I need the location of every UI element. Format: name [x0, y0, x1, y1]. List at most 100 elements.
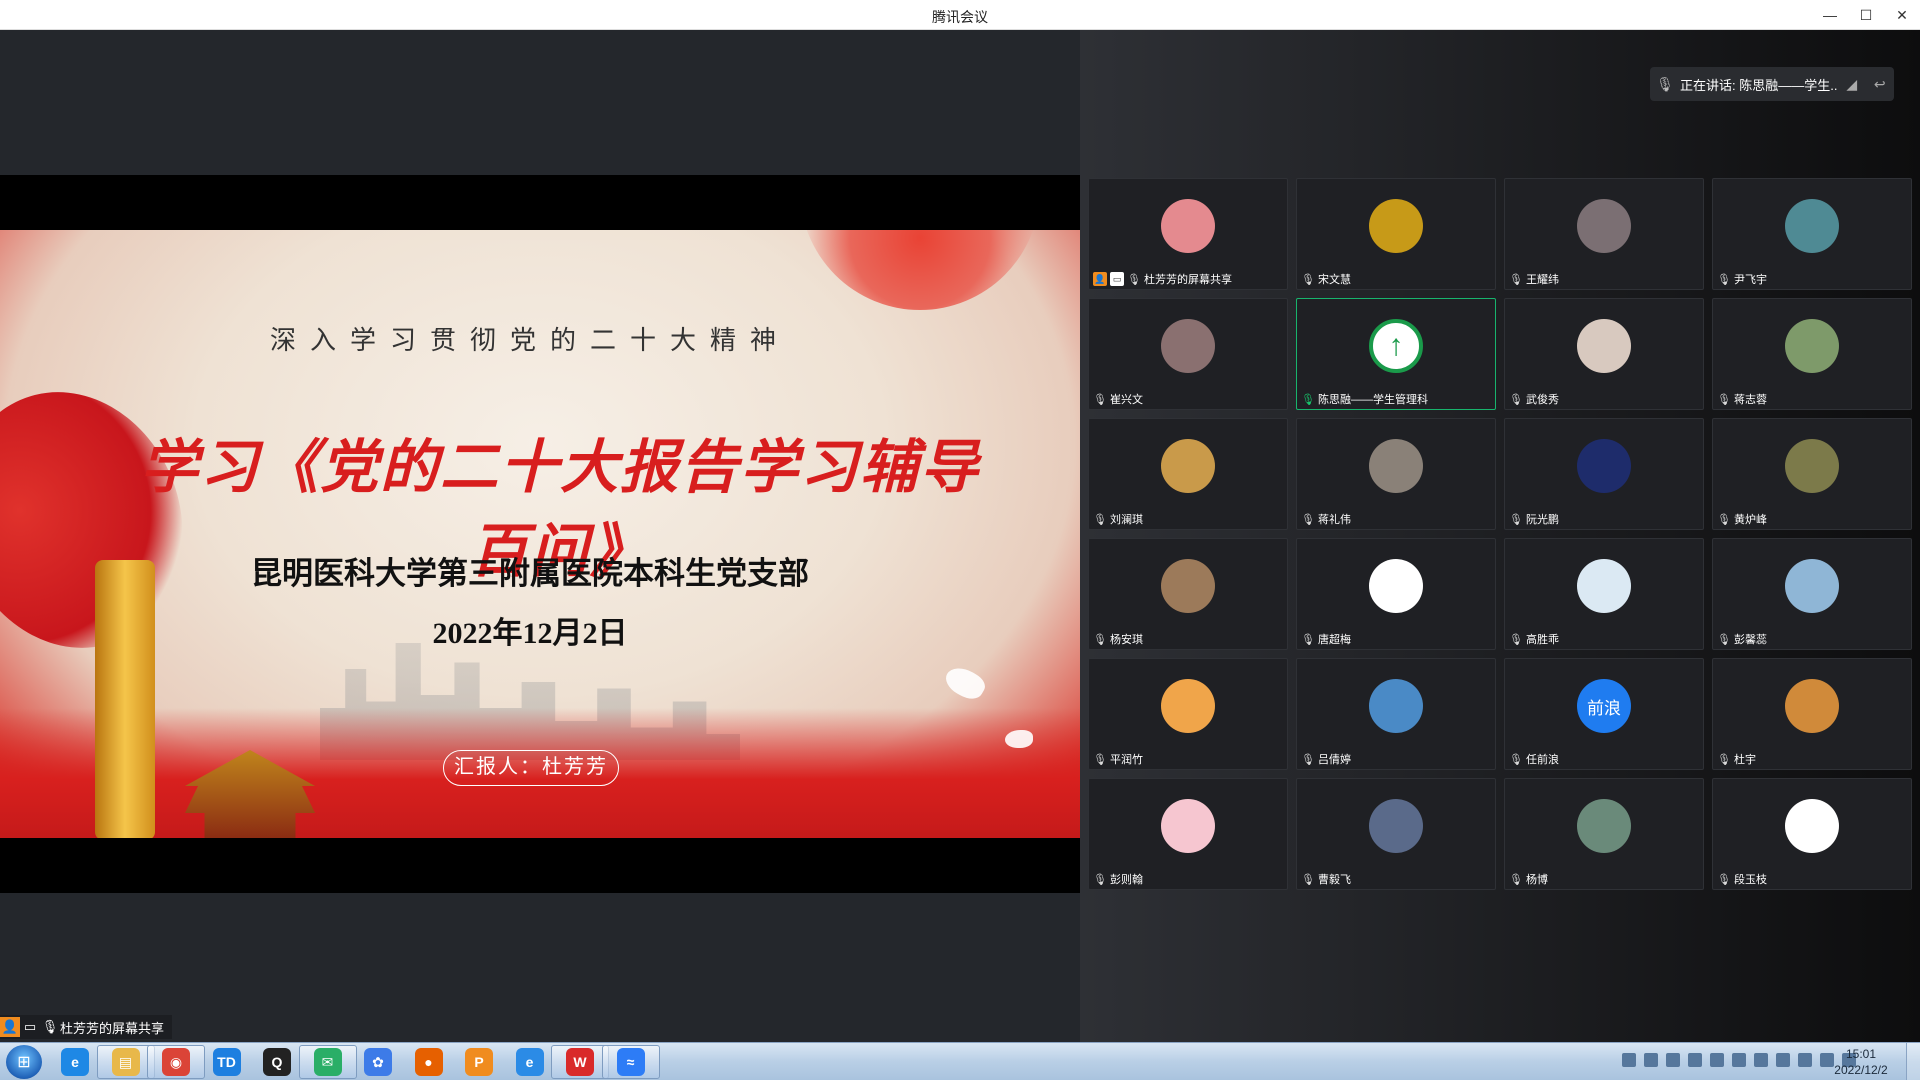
participant-name-row: 👤 ▭ 🎙 杜芳芳的屏幕共享	[1093, 271, 1232, 287]
participant-tile[interactable]: 🎙 宋文慧	[1296, 178, 1496, 290]
mic-muted-icon: 🎙	[1717, 753, 1731, 766]
participant-tile[interactable]: 👤 ▭ 🎙 杜芳芳的屏幕共享	[1088, 178, 1288, 290]
close-icon[interactable]: ✕	[1884, 0, 1920, 30]
participant-tile[interactable]: 🎙 段玉枝	[1712, 778, 1912, 890]
participant-tile[interactable]: 🎙 刘澜琪	[1088, 418, 1288, 530]
participant-tile[interactable]: 🎙 杜宇	[1712, 658, 1912, 770]
collapse-icon[interactable]: ↩	[1874, 76, 1886, 93]
participant-name: 平润竹	[1109, 754, 1143, 766]
security-icon[interactable]	[1688, 1053, 1702, 1067]
participant-name-row: 🎙 杜宇	[1717, 751, 1756, 767]
taskbar: ⊞ e ▤ ◉ TD Q ✉ ✿ ● Pe W ≈ 15:01 2022/12/2	[0, 1042, 1920, 1080]
avatar	[1785, 799, 1839, 853]
taskbar-app[interactable]: ●	[400, 1045, 458, 1079]
wechat-icon: ✉	[313, 1048, 342, 1076]
avatar	[1785, 319, 1839, 373]
minimize-icon[interactable]: —	[1812, 0, 1848, 30]
participant-name-row: 🎙 平润竹	[1093, 751, 1143, 767]
title-bar: 腾讯会议 — ☐ ✕	[0, 0, 1920, 30]
participant-name: 阮光鹏	[1525, 514, 1559, 526]
taskbar-app[interactable]: W	[551, 1045, 609, 1079]
participant-name-row: 🎙 宋文慧	[1301, 271, 1351, 287]
participant-tile[interactable]: 🎙 王耀纬	[1504, 178, 1704, 290]
avatar	[1161, 439, 1215, 493]
participant-tile[interactable]: 🎙 武俊秀	[1504, 298, 1704, 410]
clock-date: 2022/12/2	[1834, 1063, 1888, 1077]
participant-name: 唐超梅	[1317, 634, 1351, 646]
participant-name-row: 🎙 阮光鹏	[1509, 511, 1559, 527]
mic-muted-icon: 🎙	[41, 1019, 59, 1034]
printer-icon[interactable]	[1710, 1053, 1724, 1067]
participant-name-row: 🎙 彭则翰	[1093, 871, 1143, 887]
participant-name: 王耀纬	[1525, 274, 1559, 286]
volume-icon[interactable]: ◢	[1846, 76, 1857, 93]
participant-tile[interactable]: 🎙 蒋志蓉	[1712, 298, 1912, 410]
avatar	[1161, 559, 1215, 613]
start-button[interactable]: ⊞	[6, 1045, 42, 1079]
mic-active-icon: 🎙	[1301, 393, 1315, 406]
speaking-indicator[interactable]: 🎙 正在讲话: 陈思融——学生... ◢ ↩	[1650, 67, 1894, 101]
participant-tile[interactable]: 🎙 吕倩婷	[1296, 658, 1496, 770]
taskbar-app[interactable]: Q	[248, 1045, 306, 1079]
participant-tile[interactable]: 🎙 平润竹	[1088, 658, 1288, 770]
chrome-icon: ◉	[162, 1048, 190, 1076]
participant-name-row: 🎙 任前浪	[1509, 751, 1559, 767]
participant-name: 杨安琪	[1109, 634, 1143, 646]
participant-tile[interactable]: 🎙 彭则翰	[1088, 778, 1288, 890]
emblem-decoration	[800, 230, 1040, 310]
slide-date: 2022年12月2日	[432, 617, 628, 650]
onedrive-icon[interactable]	[1776, 1053, 1790, 1067]
slide-content: 深入学习贯彻党的二十大精神 学习《党的二十大报告学习辅导百问》 昆明医科大学第三…	[0, 230, 1080, 838]
participant-name-row: 🎙 彭馨蕊	[1717, 631, 1767, 647]
avatar: ↑	[1369, 319, 1423, 373]
pdf-icon: P	[465, 1048, 493, 1076]
taskbar-app[interactable]: ✉	[298, 1045, 357, 1079]
taskbar-app[interactable]: ≈	[601, 1045, 660, 1079]
participant-tile[interactable]: 🎙 高胜乖	[1504, 538, 1704, 650]
show-desktop-button[interactable]	[1906, 1043, 1920, 1080]
taskbar-app[interactable]: ◉	[147, 1045, 205, 1079]
mic-muted-icon: 🎙	[1301, 273, 1315, 286]
taskbar-app[interactable]: e	[501, 1045, 559, 1079]
participant-name-row: 🎙 杨博	[1509, 871, 1548, 887]
participant-name: 刘澜琪	[1109, 514, 1143, 526]
taskbar-app[interactable]: e	[46, 1045, 104, 1079]
participant-tile[interactable]: 🎙 蒋礼伟	[1296, 418, 1496, 530]
participant-tile[interactable]: ↑ 🎙 陈思融——学生管理科	[1296, 298, 1496, 410]
participant-tile[interactable]: 🎙 杨安琪	[1088, 538, 1288, 650]
screen-share-icon: ▭	[23, 1019, 37, 1034]
shield-icon[interactable]	[1732, 1053, 1746, 1067]
participant-name: 陈思融——学生管理科	[1317, 394, 1428, 406]
participant-tile[interactable]: 🎙 曹毅飞	[1296, 778, 1496, 890]
taskbar-app[interactable]: P	[450, 1045, 508, 1079]
taskbar-app[interactable]: TD	[198, 1045, 256, 1079]
network-app-icon[interactable]	[1666, 1053, 1680, 1067]
dove-icon	[941, 661, 989, 705]
mic-muted-icon: 🎙	[1093, 873, 1107, 886]
participant-tile[interactable]: 🎙 黄炉峰	[1712, 418, 1912, 530]
participant-tile[interactable]: 🎙 尹飞宇	[1712, 178, 1912, 290]
maximize-icon[interactable]: ☐	[1848, 0, 1884, 30]
clock[interactable]: 15:01 2022/12/2	[1826, 1046, 1896, 1078]
dove-icon	[1005, 730, 1033, 748]
avatar	[1369, 199, 1423, 253]
participant-tile[interactable]: 前浪 🎙 任前浪	[1504, 658, 1704, 770]
participant-tile[interactable]: 🎙 杨博	[1504, 778, 1704, 890]
avatar	[1577, 799, 1631, 853]
wechat-tray-icon[interactable]	[1754, 1053, 1768, 1067]
taskbar-app[interactable]: ▤	[96, 1045, 155, 1079]
participant-name: 曹毅飞	[1317, 874, 1351, 886]
taskbar-app[interactable]: ✿	[349, 1045, 407, 1079]
participant-tile[interactable]: 🎙 唐超梅	[1296, 538, 1496, 650]
network-icon[interactable]	[1798, 1053, 1812, 1067]
cloud-icon[interactable]	[1644, 1053, 1658, 1067]
mic-muted-icon: 🎙	[1717, 513, 1731, 526]
mic-muted-icon: 🎙	[1301, 633, 1315, 646]
participant-name-row: 🎙 杨安琪	[1093, 631, 1143, 647]
keyboard-icon[interactable]	[1622, 1053, 1636, 1067]
avatar	[1577, 559, 1631, 613]
participant-tile[interactable]: 🎙 彭馨蕊	[1712, 538, 1912, 650]
participant-tile[interactable]: 🎙 崔兴文	[1088, 298, 1288, 410]
qq-icon: Q	[263, 1048, 291, 1076]
participant-tile[interactable]: 🎙 阮光鹏	[1504, 418, 1704, 530]
